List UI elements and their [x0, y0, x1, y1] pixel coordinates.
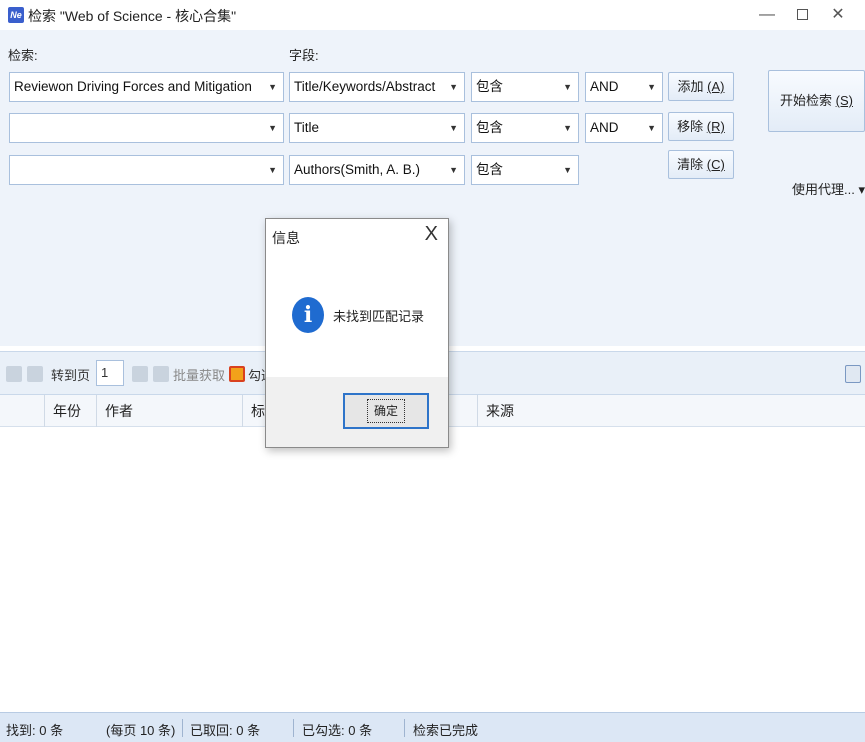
- prev-page-icon[interactable]: [27, 366, 43, 382]
- column-source[interactable]: 来源: [477, 395, 865, 427]
- column-year[interactable]: 年份: [44, 395, 96, 427]
- match-value-2: 包含: [476, 120, 503, 135]
- batch-fetch-button[interactable]: 批量获取: [173, 365, 225, 384]
- minimize-button[interactable]: —: [752, 3, 782, 27]
- field-value-1: Title/Keywords/Abstract: [294, 79, 436, 94]
- app-icon: Ne: [8, 7, 24, 23]
- first-page-icon[interactable]: [6, 366, 22, 382]
- status-divider: [182, 719, 183, 737]
- field-select-1[interactable]: Title/Keywords/Abstract ▼: [289, 72, 465, 102]
- query-combo-1[interactable]: Reviewon Driving Forces and Mitigation ▼: [9, 72, 284, 102]
- clear-button[interactable]: 清除 (C): [668, 150, 734, 179]
- remove-button[interactable]: 移除 (R): [668, 112, 734, 141]
- field-label: 字段:: [289, 48, 319, 63]
- dropdown-arrow-icon: ▼: [647, 123, 656, 133]
- dropdown-arrow-icon: ▼: [563, 165, 572, 175]
- close-window-button[interactable]: ✕: [823, 3, 853, 27]
- title-bar: Ne 检索 "Web of Science - 核心合集" — ✕: [0, 0, 865, 30]
- batch-fetch-icon: [153, 366, 169, 382]
- match-select-2[interactable]: 包含 ▼: [471, 113, 579, 143]
- dialog-message: 未找到匹配记录: [333, 309, 425, 324]
- remove-button-key: (R): [706, 119, 725, 134]
- use-proxy-label: 使用代理...: [792, 182, 855, 197]
- status-divider: [293, 719, 294, 737]
- operator-value-2: AND: [590, 120, 619, 135]
- field-select-2[interactable]: Title ▼: [289, 113, 465, 143]
- dropdown-arrow-icon: ▼: [268, 123, 277, 133]
- add-button-key: (A): [707, 79, 725, 94]
- field-select-3[interactable]: Authors(Smith, A. B.) ▼: [289, 155, 465, 185]
- dialog-title: 信息: [272, 230, 300, 246]
- chevron-down-icon: ▾: [858, 182, 865, 197]
- dialog-close-icon[interactable]: X: [425, 223, 438, 246]
- field-value-3: Authors(Smith, A. B.): [294, 162, 421, 177]
- dropdown-arrow-icon: ▼: [449, 82, 458, 92]
- match-select-3[interactable]: 包含 ▼: [471, 155, 579, 185]
- operator-select-2[interactable]: AND ▼: [585, 113, 663, 143]
- start-search-key: (S): [835, 93, 853, 108]
- column-author[interactable]: 作者: [96, 395, 242, 427]
- clear-button-key: (C): [706, 157, 725, 172]
- status-state: 检索已完成: [413, 723, 479, 738]
- add-button[interactable]: 添加 (A): [668, 72, 734, 101]
- maximize-icon: [796, 9, 808, 21]
- clear-button-label: 清除: [677, 157, 704, 172]
- status-found: 找到: 0 条: [6, 723, 64, 738]
- query-combo-3[interactable]: ▼: [9, 155, 284, 185]
- info-icon: i: [292, 297, 324, 333]
- goto-page-label: 转到页: [51, 368, 91, 383]
- check-icon: [229, 366, 245, 382]
- operator-value-1: AND: [590, 79, 619, 94]
- ok-button-label: 确定: [366, 399, 405, 423]
- next-page-icon[interactable]: [132, 366, 148, 382]
- query-label: 检索:: [8, 48, 38, 63]
- status-checked: 已勾选: 0 条: [302, 723, 373, 738]
- query-combo-2[interactable]: ▼: [9, 113, 284, 143]
- status-bar: 找到: 0 条 (每页 10 条) 已取回: 0 条 已勾选: 0 条 检索已完…: [0, 712, 865, 742]
- info-dialog: 信息 X i 未找到匹配记录 确定: [265, 218, 449, 448]
- dropdown-arrow-icon: ▼: [449, 123, 458, 133]
- maximize-button[interactable]: [787, 3, 817, 27]
- dropdown-arrow-icon: ▼: [268, 82, 277, 92]
- match-value-3: 包含: [476, 162, 503, 177]
- start-search-button[interactable]: 开始检索 (S): [768, 70, 865, 132]
- window-title: 检索 "Web of Science - 核心合集": [28, 8, 237, 24]
- dropdown-arrow-icon: ▼: [268, 165, 277, 175]
- status-divider: [404, 719, 405, 737]
- settings-icon[interactable]: [845, 365, 861, 383]
- query-value-1: Reviewon Driving Forces and Mitigation: [14, 79, 252, 94]
- add-button-label: 添加: [677, 79, 704, 94]
- status-fetched: 已取回: 0 条: [190, 723, 261, 738]
- dropdown-arrow-icon: ▼: [563, 82, 572, 92]
- field-value-2: Title: [294, 120, 320, 135]
- ok-button[interactable]: 确定: [343, 393, 429, 429]
- status-per-page: (每页 10 条): [106, 723, 176, 738]
- start-search-label: 开始检索: [780, 93, 833, 108]
- match-select-1[interactable]: 包含 ▼: [471, 72, 579, 102]
- dropdown-arrow-icon: ▼: [563, 123, 572, 133]
- dropdown-arrow-icon: ▼: [449, 165, 458, 175]
- results-list: [0, 427, 865, 712]
- remove-button-label: 移除: [677, 119, 704, 134]
- match-value-1: 包含: [476, 79, 503, 94]
- dialog-footer: 确定: [266, 377, 448, 447]
- page-number-input[interactable]: 1: [96, 360, 124, 386]
- operator-select-1[interactable]: AND ▼: [585, 72, 663, 102]
- dropdown-arrow-icon: ▼: [647, 82, 656, 92]
- use-proxy-dropdown[interactable]: 使用代理... ▾: [792, 179, 865, 198]
